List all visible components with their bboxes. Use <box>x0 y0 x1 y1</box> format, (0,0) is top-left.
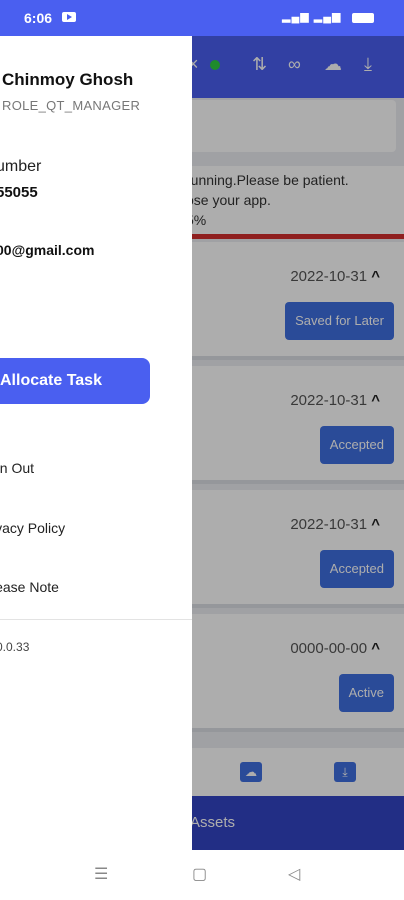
home-icon[interactable]: ▢ <box>192 864 207 884</box>
signal-icon: ▂▄▆ ▂▄▆ <box>282 11 342 23</box>
number-label: umber <box>0 158 42 175</box>
navigation-drawer: Chinmoy Ghosh ROLE_QT_MANAGER umber 5505… <box>0 36 192 850</box>
divider <box>0 619 192 620</box>
status-bar: 6:06 ▂▄▆ ▂▄▆ <box>0 0 404 36</box>
sign-out-item[interactable]: gn Out <box>0 460 34 476</box>
back-icon[interactable]: ◁ <box>288 864 300 884</box>
number-value: 55055 <box>0 184 38 201</box>
user-name: Chinmoy Ghosh <box>2 70 134 89</box>
menu-icon[interactable]: ☰ <box>94 864 108 884</box>
battery-icon <box>352 13 374 23</box>
youtube-icon <box>62 12 76 22</box>
user-role: ROLE_QT_MANAGER <box>2 98 141 113</box>
system-nav-bar: ☰ ▢ ◁ <box>0 850 404 900</box>
privacy-policy-item[interactable]: ivacy Policy <box>0 520 65 536</box>
app-version: 0.0.33 <box>0 640 30 654</box>
allocate-task-button[interactable]: Allocate Task <box>0 358 150 404</box>
user-email: 00@gmail.com <box>0 242 95 258</box>
clock: 6:06 <box>24 10 53 26</box>
please-note-item[interactable]: lease Note <box>0 579 59 595</box>
